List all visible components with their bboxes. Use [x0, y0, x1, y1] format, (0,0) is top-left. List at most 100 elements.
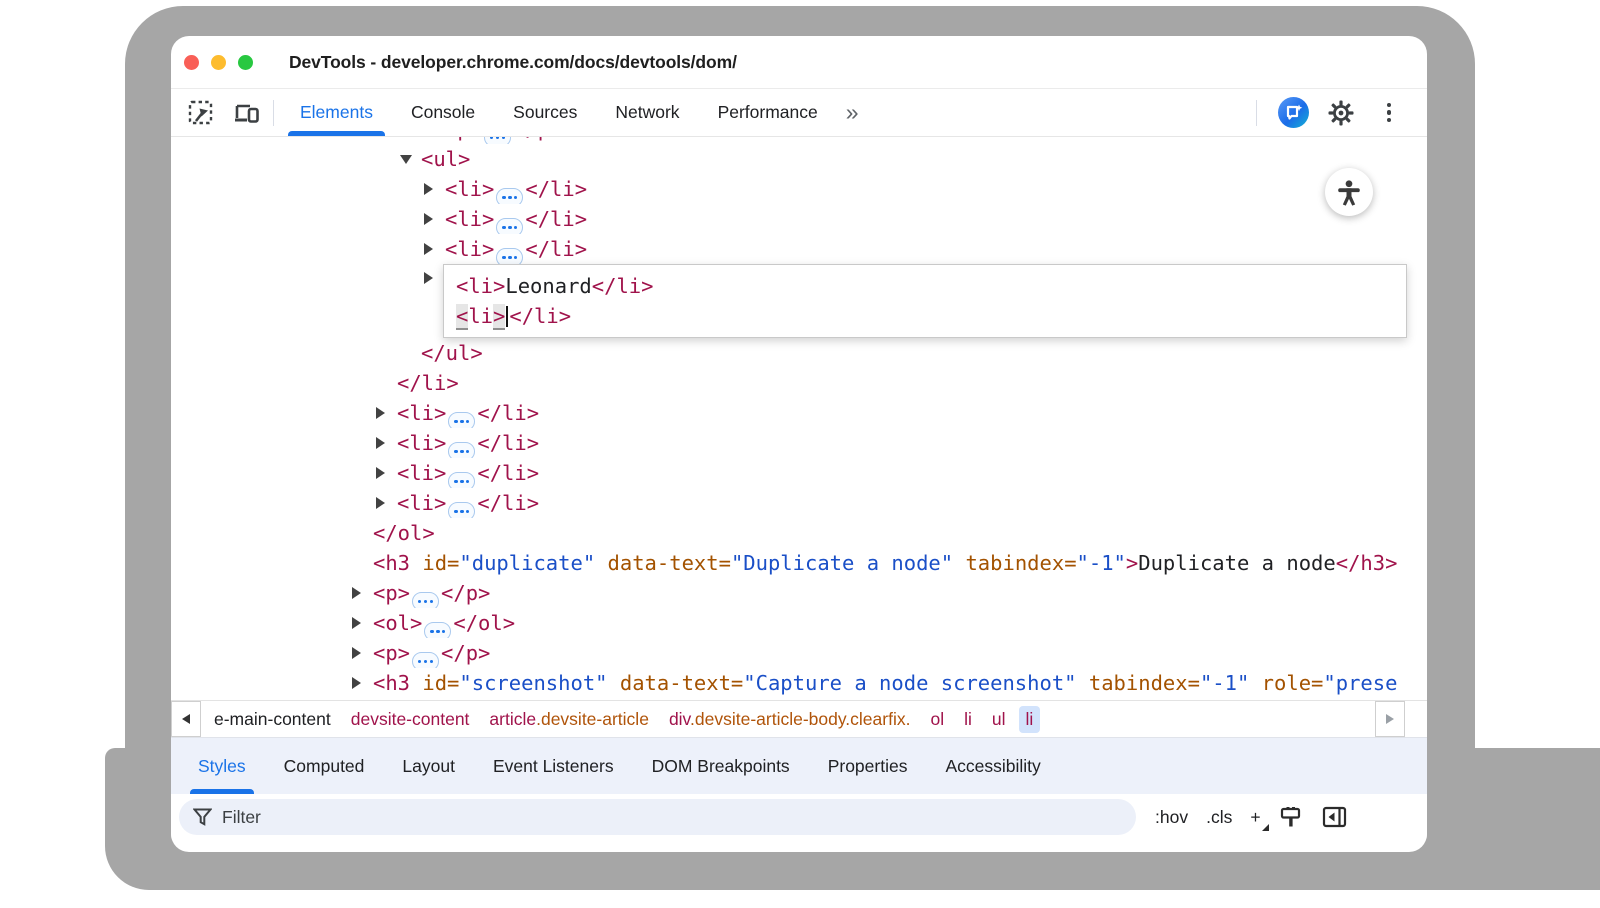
dom-node-row[interactable]: <li></li>	[171, 428, 1407, 458]
expand-children-button[interactable]	[496, 218, 523, 234]
code-attr-name: role=	[1249, 671, 1323, 695]
device-toolbar-icon[interactable]	[231, 97, 263, 129]
expand-children-button[interactable]	[412, 592, 439, 608]
expand-arrow-icon[interactable]	[424, 272, 433, 284]
ai-assistance-icon[interactable]	[1277, 97, 1309, 129]
more-menu-icon[interactable]	[1373, 97, 1405, 129]
expand-children-button[interactable]	[412, 652, 439, 668]
tab-console[interactable]: Console	[399, 89, 487, 136]
breadcrumb-item-li[interactable]: li	[957, 706, 979, 733]
toolbar-divider	[1256, 100, 1257, 126]
toggle-sidebar-icon[interactable]	[1315, 801, 1355, 833]
dom-node-row[interactable]: <p></p>	[171, 638, 1407, 668]
expand-arrow-icon[interactable]	[376, 407, 385, 419]
toggle-element-state-button[interactable]: :hov	[1148, 803, 1195, 832]
breadcrumb-item-devsite-content[interactable]: devsite-content	[344, 706, 477, 733]
filter-input[interactable]: Filter	[179, 799, 1136, 835]
code-tag: </li>	[525, 177, 587, 201]
dom-node-row[interactable]: <ul>	[171, 144, 1407, 174]
code-attr-name: data-text=	[595, 551, 731, 575]
dom-node-row[interactable]: </ol>	[171, 518, 1407, 548]
sidebar-tab-styles[interactable]: Styles	[186, 738, 258, 794]
code-tag: <ul>	[421, 147, 470, 171]
expand-arrow-icon[interactable]	[352, 587, 361, 599]
inspect-icon[interactable]	[185, 97, 217, 129]
accessibility-overlay-button[interactable]	[1325, 168, 1373, 216]
expand-children-button[interactable]	[448, 442, 475, 458]
toggle-class-button[interactable]: .cls	[1199, 803, 1239, 832]
expand-children-button[interactable]	[448, 412, 475, 428]
dom-node-row[interactable]: <p></p>	[171, 137, 1407, 144]
dom-node-row[interactable]: </li>	[171, 368, 1407, 398]
expand-children-button[interactable]	[448, 502, 475, 518]
breadcrumb-item-ul[interactable]: ul	[985, 706, 1013, 733]
expand-children-button[interactable]	[448, 472, 475, 488]
tab-sources[interactable]: Sources	[501, 89, 589, 136]
settings-gear-icon[interactable]	[1325, 97, 1357, 129]
sidebar-tab-properties[interactable]: Properties	[816, 738, 920, 794]
code-text: >	[493, 304, 505, 330]
crumb-class: .devsite-article	[536, 709, 649, 729]
rendering-brush-icon[interactable]	[1272, 801, 1311, 834]
page: DevTools - developer.chrome.com/docs/dev…	[0, 0, 1600, 908]
sidebar-tab-accessibility[interactable]: Accessibility	[933, 738, 1052, 794]
inline-edit-line: <li>Leonard</li>	[456, 271, 1406, 301]
expand-arrow-icon[interactable]	[376, 497, 385, 509]
expand-children-button[interactable]	[424, 622, 451, 638]
dom-node-row[interactable]: <li></li>	[171, 174, 1407, 204]
expand-children-button[interactable]	[496, 248, 523, 264]
breadcrumb-item-div-devsite-article-body-clearfix[interactable]: div.devsite-article-body.clearfix.	[662, 706, 918, 733]
code-attr-name: id=	[410, 671, 459, 695]
dom-node-row[interactable]: </ul>	[171, 338, 1407, 368]
expand-children-button[interactable]	[496, 188, 523, 204]
dom-node-row[interactable]: <h3 id="screenshot" data-text="Capture a…	[171, 668, 1407, 698]
dom-node-row[interactable]: <p></p>	[171, 578, 1407, 608]
code-attr-value: "-1"	[1200, 671, 1249, 695]
collapse-arrow-icon[interactable]	[400, 155, 412, 164]
dom-node-row[interactable]: <li></li>	[171, 398, 1407, 428]
dom-node-row[interactable]: <li></li>	[171, 488, 1407, 518]
sidebar-tab-computed[interactable]: Computed	[272, 738, 377, 794]
expand-children-button[interactable]	[484, 137, 511, 144]
crumb-tag: ul	[992, 709, 1006, 729]
styles-filter-bar: Filter :hov .cls +	[171, 794, 1427, 840]
breadcrumb-item-e-main-content[interactable]: e-main-content	[207, 706, 338, 733]
dom-node-row[interactable]: <li></li>	[171, 234, 1407, 264]
sidebar-tab-layout[interactable]: Layout	[390, 738, 467, 794]
expand-arrow-icon[interactable]	[424, 213, 433, 225]
new-style-rule-button[interactable]: +	[1243, 803, 1267, 831]
breadcrumb-scroll-left-button[interactable]	[171, 701, 201, 737]
more-panels-button[interactable]: »	[846, 99, 857, 126]
breadcrumb-item-li[interactable]: li	[1019, 706, 1041, 733]
code-tag: </li>	[592, 274, 654, 298]
breadcrumb-item-ol[interactable]: ol	[923, 706, 951, 733]
main-toolbar: Elements Console Sources Network Performance…	[171, 89, 1427, 137]
dom-node-row[interactable]: <li></li>	[171, 204, 1407, 234]
code-tag: <li>	[456, 274, 505, 298]
expand-arrow-icon[interactable]	[352, 647, 361, 659]
dom-node-row[interactable]: <h3 id="duplicate" data-text="Duplicate …	[171, 548, 1407, 578]
inspect-cursor-icon	[187, 99, 215, 127]
expand-arrow-icon[interactable]	[424, 243, 433, 255]
dom-node-row[interactable]: <li></li>	[171, 458, 1407, 488]
expand-arrow-icon[interactable]	[424, 183, 433, 195]
minimize-window-button[interactable]	[211, 55, 226, 70]
dom-tree-rows: <p></p><ul><li></li><li></li><li></li><l…	[171, 137, 1427, 698]
breadcrumb-scroll-right-button[interactable]	[1375, 701, 1405, 737]
sidebar-tab-dom-breakpoints[interactable]: DOM Breakpoints	[640, 738, 802, 794]
inline-edit-box[interactable]: <li>Leonard</li><li> </li>	[443, 264, 1407, 338]
zoom-window-button[interactable]	[238, 55, 253, 70]
expand-arrow-icon[interactable]	[352, 677, 361, 689]
expand-arrow-icon[interactable]	[376, 467, 385, 479]
dom-node-row[interactable]: <ol></ol>	[171, 608, 1407, 638]
code-attr-name: tabindex=	[953, 551, 1076, 575]
tab-elements[interactable]: Elements	[288, 89, 385, 136]
expand-arrow-icon[interactable]	[376, 437, 385, 449]
breadcrumb-item-article-devsite-article[interactable]: article.devsite-article	[482, 706, 656, 733]
filter-placeholder: Filter	[222, 807, 261, 828]
tab-performance[interactable]: Performance	[706, 89, 830, 136]
expand-arrow-icon[interactable]	[352, 617, 361, 629]
sidebar-tab-event-listeners[interactable]: Event Listeners	[481, 738, 626, 794]
tab-network[interactable]: Network	[603, 89, 691, 136]
close-window-button[interactable]	[184, 55, 199, 70]
